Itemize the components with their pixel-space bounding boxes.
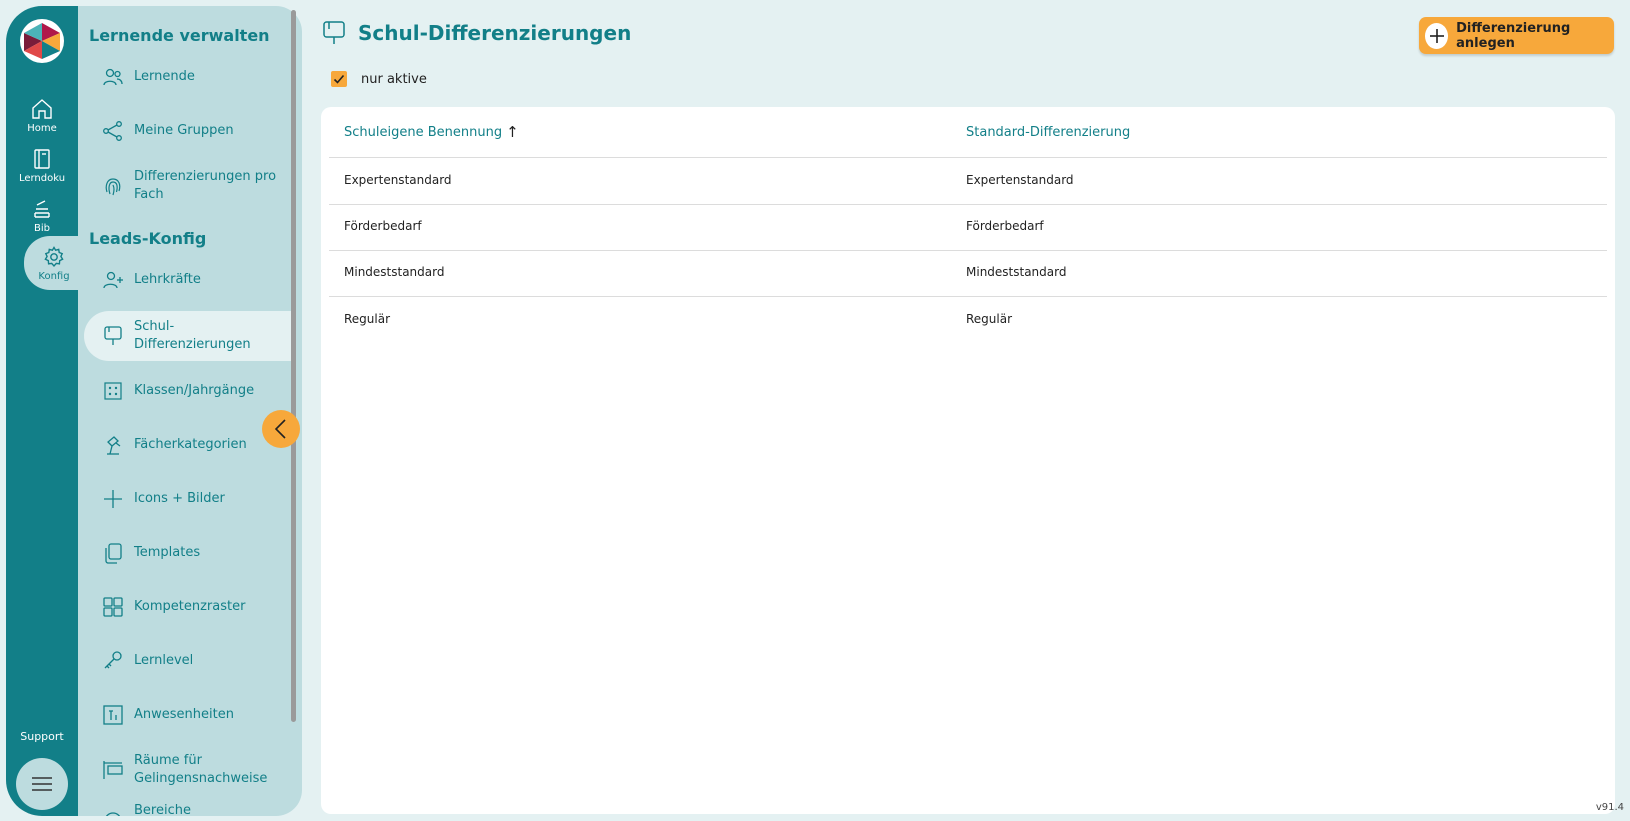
sidebar-item-raeume[interactable]: Räume für Gelingensnachweise xyxy=(84,745,296,795)
sidebar-section-title: Lernende verwalten xyxy=(89,26,270,45)
table-cell: Mindeststandard xyxy=(344,265,445,279)
sidebar-item-anwesenheiten[interactable]: Anwesenheiten xyxy=(84,690,296,740)
column-header-label: Schuleigene Benennung xyxy=(344,124,503,140)
share-nodes-icon xyxy=(103,121,122,141)
table-cell: Expertenstandard xyxy=(966,173,1074,187)
key-icon xyxy=(104,651,122,669)
app-logo[interactable] xyxy=(20,19,64,63)
plus-icon xyxy=(1429,28,1444,43)
table-cell: Förderbedarf xyxy=(966,219,1044,233)
sidebar-item-lernende[interactable]: Lernende xyxy=(84,52,296,102)
sort-ascending-icon: ↑ xyxy=(506,123,519,141)
page-title: Schul-Differenzierungen xyxy=(358,21,632,45)
sidebar-item-label: Anwesenheiten xyxy=(134,707,234,722)
sidebar-item-label: Schul-Differenzierungen xyxy=(134,319,251,352)
fingerprint-icon xyxy=(105,178,121,196)
sidebar-item-label: Lernlevel xyxy=(134,653,194,668)
notebook-icon xyxy=(34,148,50,169)
sidebar-item-label: Fächerkategorien xyxy=(134,437,247,452)
attendance-icon xyxy=(103,705,123,725)
sidebar-item-icons-bilder[interactable]: Icons + Bilder xyxy=(84,474,296,524)
rail-item-lerndoku[interactable]: Lerndoku xyxy=(6,140,78,190)
only-active-filter[interactable]: nur aktive xyxy=(331,71,427,87)
rail-item-label: Lerndoku xyxy=(18,172,66,184)
page-header: Schul-Differenzierungen xyxy=(322,20,631,46)
sidebar-item-templates[interactable]: Templates xyxy=(84,528,296,578)
sidebar-item-label: Differenzierungen pro Fach xyxy=(134,169,277,202)
rail-item-bib[interactable]: Bib xyxy=(6,190,78,240)
checkmark-icon xyxy=(333,74,345,84)
main-rail: Home Lerndoku Bib Konfig Support xyxy=(6,6,84,816)
column-header-schuleigene-benennung[interactable]: Schuleigene Benennung ↑ xyxy=(344,123,519,141)
table-row[interactable]: Mindeststandard Mindeststandard xyxy=(329,250,1607,297)
rail-item-konfig[interactable]: Konfig xyxy=(24,236,84,290)
table-row[interactable]: Förderbedarf Förderbedarf xyxy=(329,204,1607,251)
lamp-icon xyxy=(107,436,121,455)
room-sign-icon xyxy=(103,761,123,779)
rail-item-label: Bib xyxy=(34,222,50,234)
sidebar-item-label: Lehrkräfte xyxy=(134,272,201,287)
column-header-standard-differenzierung[interactable]: Standard-Differenzierung xyxy=(966,125,1130,140)
gear-icon xyxy=(44,245,64,267)
sidebar-item-bereiche[interactable]: Bereiche xyxy=(84,796,296,816)
books-icon xyxy=(34,199,50,218)
table-cell: Expertenstandard xyxy=(344,173,452,187)
table-cell: Förderbedarf xyxy=(344,219,422,233)
version-label: v91.4 xyxy=(1595,802,1624,813)
sidebar-item-lehrkraefte[interactable]: Lehrkräfte xyxy=(84,255,296,305)
sidebar-item-label: Meine Gruppen xyxy=(134,123,234,138)
support-link[interactable]: Support xyxy=(6,730,78,743)
config-sidebar: Lernende verwalten Lernende Meine Gruppe… xyxy=(78,6,302,816)
only-active-checkbox[interactable] xyxy=(331,71,347,87)
rail-item-label: Home xyxy=(27,122,57,134)
easel-icon xyxy=(104,326,122,345)
sidebar-scrollbar[interactable] xyxy=(291,10,296,722)
sidebar-item-label: Räume für Gelingensnachweise xyxy=(134,753,268,786)
sidebar-item-kompetenzraster[interactable]: Kompetenzraster xyxy=(84,582,296,632)
sidebar-item-meine-gruppen[interactable]: Meine Gruppen xyxy=(84,106,296,156)
rail-item-label: Konfig xyxy=(38,270,70,282)
user-plus-icon xyxy=(103,271,123,289)
table-cell: Mindeststandard xyxy=(966,265,1067,279)
table-row[interactable]: Expertenstandard Expertenstandard xyxy=(329,158,1607,205)
home-icon xyxy=(32,98,52,119)
table-cell: Regulär xyxy=(344,312,391,326)
sidebar-section-title: Leads-Konfig xyxy=(89,229,207,248)
area-icon xyxy=(105,812,121,816)
chevron-left-icon xyxy=(274,419,286,439)
add-differenzierung-button[interactable]: Differenzierung anlegen xyxy=(1419,17,1614,54)
add-button-label: Differenzierung anlegen xyxy=(1456,20,1571,51)
sidebar-item-label: Lernende xyxy=(134,69,195,84)
sidebar-item-label: Kompetenzraster xyxy=(134,599,246,614)
sidebar-item-klassen-jahrgaenge[interactable]: Klassen/Jahrgänge xyxy=(84,366,296,416)
copy-icon xyxy=(105,543,122,564)
tiles-icon xyxy=(103,597,123,617)
grid-dots-icon xyxy=(104,382,122,400)
sidebar-item-label: Templates xyxy=(134,545,201,560)
only-active-label: nur aktive xyxy=(361,71,427,87)
sidebar-item-schul-differenzierungen[interactable]: Schul-Differenzierungen xyxy=(84,311,296,361)
menu-button[interactable] xyxy=(16,758,68,810)
column-header-label: Standard-Differenzierung xyxy=(966,124,1131,140)
rail-item-home[interactable]: Home xyxy=(6,90,78,140)
sidebar-item-differenzierungen-pro-fach[interactable]: Differenzierungen pro Fach xyxy=(84,161,296,211)
easel-icon xyxy=(323,21,345,44)
sidebar-item-label: Bereiche xyxy=(134,803,191,816)
sidebar-item-lernlevel[interactable]: Lernlevel xyxy=(84,636,296,686)
table-row[interactable]: Regulär Regulär xyxy=(329,297,1607,344)
users-icon xyxy=(103,68,123,86)
table-cell: Regulär xyxy=(966,312,1013,326)
sidebar-item-label: Klassen/Jahrgänge xyxy=(134,383,255,398)
table-header: Schuleigene Benennung ↑ Standard-Differe… xyxy=(329,107,1607,158)
plus-icon xyxy=(104,490,122,508)
sidebar-item-label: Icons + Bilder xyxy=(134,491,225,506)
collapse-sidebar-button[interactable] xyxy=(262,410,300,448)
hamburger-icon xyxy=(32,777,52,791)
differenzierungen-table: Schuleigene Benennung ↑ Standard-Differe… xyxy=(321,107,1615,814)
